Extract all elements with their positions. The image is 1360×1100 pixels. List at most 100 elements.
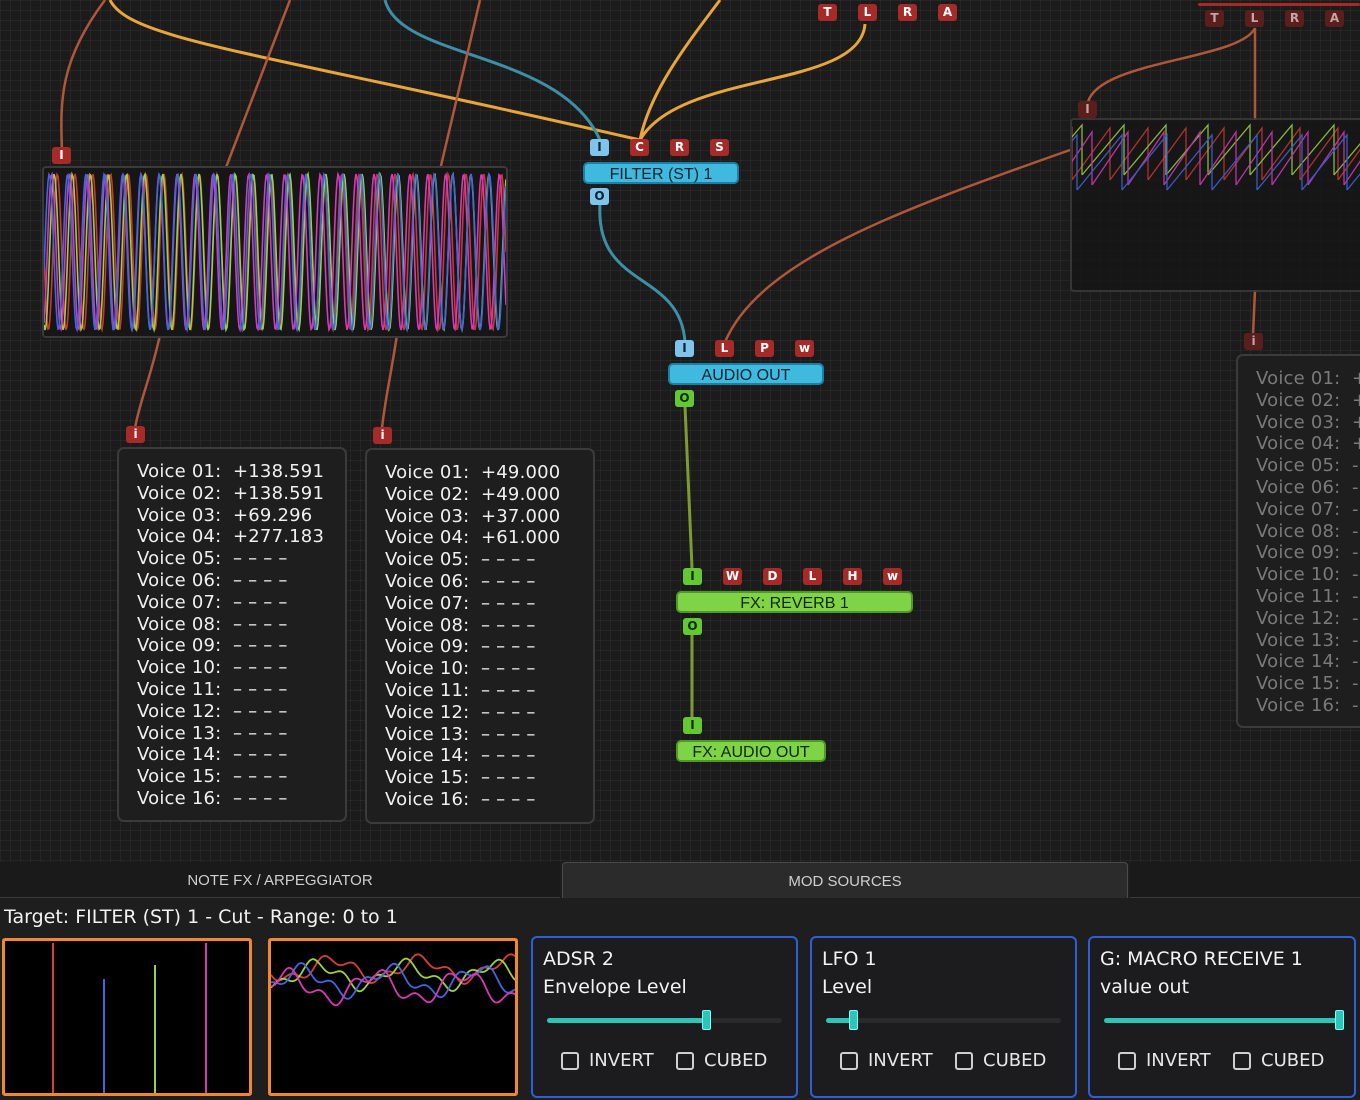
reverb-input-i[interactable]: I [683,568,702,585]
fx-audio-out-input-i[interactable]: I [683,717,702,734]
scope-input-port[interactable]: I [1078,101,1097,118]
reverb-input-d[interactable]: D [763,568,782,585]
port-r[interactable]: R [1285,10,1304,27]
filter-output-o[interactable]: O [590,188,609,205]
voice-label: Voice 05: [137,548,222,570]
mod-scope-graph [271,953,515,1007]
cubed-toggle[interactable]: CUBED [676,1050,767,1071]
tab-note-fx-arpeggiator[interactable]: NOTE FX / ARPEGGIATOR [0,862,560,898]
audio-out-input-p[interactable]: P [755,340,774,357]
reverb-node[interactable]: FX: REVERB 1 [676,591,913,613]
scope-waveform [44,171,506,333]
mod-card-macro-receive[interactable]: G: MACRO RECEIVE 1 value out INVERT CUBE… [1088,936,1356,1098]
mod-level-slider[interactable] [1104,1010,1344,1030]
voice-label: Voice 16: [137,787,222,809]
mod-target-label: Target: FILTER (ST) 1 - Cut - Range: 0 t… [4,906,398,928]
voice-label: Voice 15: [385,767,470,789]
voice-value: – – – – [481,745,536,767]
voice-label: Voice 11: [137,678,222,700]
voice-row: Voice 16: – – – – [385,789,593,811]
fx-audio-out-node[interactable]: FX: AUDIO OUT [676,740,826,762]
voice-label: Voice 02: [1256,389,1341,411]
audio-out-input-i[interactable]: I [675,340,694,357]
voice-row: Voice 03: +69.296 [137,505,345,527]
voice-label: Voice 08: [1256,520,1341,542]
reverb-input-l[interactable]: L [803,568,822,585]
mod-card-adsr[interactable]: ADSR 2 Envelope Level INVERT CUBED [531,936,798,1098]
cubed-toggle[interactable]: CUBED [955,1050,1046,1071]
voice-label: Voice 10: [1256,564,1341,586]
voice-label: Voice 09: [385,636,470,658]
slider-fill [1104,1018,1340,1023]
voice-row: Voice 06: - [1256,477,1360,499]
invert-toggle[interactable]: INVERT [561,1050,654,1071]
voice-value: +61.000 [481,527,561,549]
voice-label: Voice 07: [137,591,222,613]
audio-out-output-o[interactable]: O [675,390,694,407]
port-t[interactable]: T [818,4,837,21]
port-a[interactable]: A [938,4,957,21]
port-t[interactable]: T [1205,10,1224,27]
voice-value: - [1352,520,1359,542]
voice-label: Voice 06: [1256,476,1341,498]
filter-input-s[interactable]: S [710,139,729,156]
voice-label: Voice 03: [137,504,222,526]
mod-level-slider[interactable] [547,1010,782,1030]
cubed-checkbox[interactable] [676,1051,694,1070]
filter-input-c[interactable]: C [630,139,649,156]
voice-table-input-port[interactable]: i [373,427,392,444]
invert-toggle[interactable]: INVERT [1118,1050,1211,1071]
voice-value: +37.000 [481,505,561,527]
scope-input-port[interactable]: I [52,147,71,164]
voice-value: - [1352,542,1359,564]
voice-row: Voice 14: – – – – [137,744,345,766]
voice-value: – – – – [233,613,288,635]
reverb-input-w2[interactable]: w [883,568,902,585]
slider-thumb[interactable] [1335,1010,1344,1030]
tab-mod-sources[interactable]: MOD SOURCES [562,862,1128,898]
slider-thumb[interactable] [701,1010,711,1030]
filter-input-r[interactable]: R [670,139,689,156]
port-l[interactable]: L [1245,10,1264,27]
voice-row: Voice 02: +138.591 [137,483,345,505]
invert-checkbox[interactable] [1118,1051,1136,1070]
voice-row: Voice 08: – – – – [137,614,345,636]
reverb-input-w[interactable]: W [723,568,742,585]
audio-out-node[interactable]: AUDIO OUT [668,363,824,385]
voice-value: – – – – [481,658,536,680]
voice-value: - [1352,673,1359,695]
voice-label: Voice 04: [385,527,470,549]
audio-out-input-l[interactable]: L [715,340,734,357]
voice-value: – – – – [233,635,288,657]
voice-label: Voice 05: [1256,455,1341,477]
reverb-input-h[interactable]: H [843,568,862,585]
voice-label: Voice 12: [1256,607,1341,629]
voice-value: – – – – [233,766,288,788]
filter-node[interactable]: FILTER (ST) 1 [583,162,739,184]
port-a[interactable]: A [1325,10,1344,27]
cubed-checkbox[interactable] [955,1051,973,1070]
voice-table-input-port[interactable]: i [126,426,145,443]
slider-thumb[interactable] [849,1010,859,1030]
cubed-checkbox[interactable] [1233,1051,1251,1070]
mod-card-lfo[interactable]: LFO 1 Level INVERT CUBED [810,936,1077,1098]
voice-label: Voice 03: [1256,411,1341,433]
voice-label: Voice 08: [385,614,470,636]
filter-input-i[interactable]: I [590,139,609,156]
reverb-output-o[interactable]: O [683,618,702,635]
invert-toggle[interactable]: INVERT [840,1050,933,1071]
voice-table-input-port[interactable]: i [1244,333,1263,350]
voice-value: - [1352,585,1359,607]
voice-row: Voice 07: – – – – [385,593,593,615]
audio-out-input-w[interactable]: w [795,340,814,357]
invert-checkbox[interactable] [840,1051,858,1070]
cubed-toggle[interactable]: CUBED [1233,1050,1324,1071]
patch-canvas[interactable]: T L R A T L R A I I I C R S FILTER (ST) … [0,0,1360,862]
invert-checkbox[interactable] [561,1051,579,1070]
voice-value: – – – – [233,744,288,766]
port-r[interactable]: R [898,4,917,21]
voice-label: Voice 09: [1256,542,1341,564]
mod-level-slider[interactable] [826,1010,1061,1030]
invert-label: INVERT [1146,1050,1211,1071]
port-l[interactable]: L [858,4,877,21]
